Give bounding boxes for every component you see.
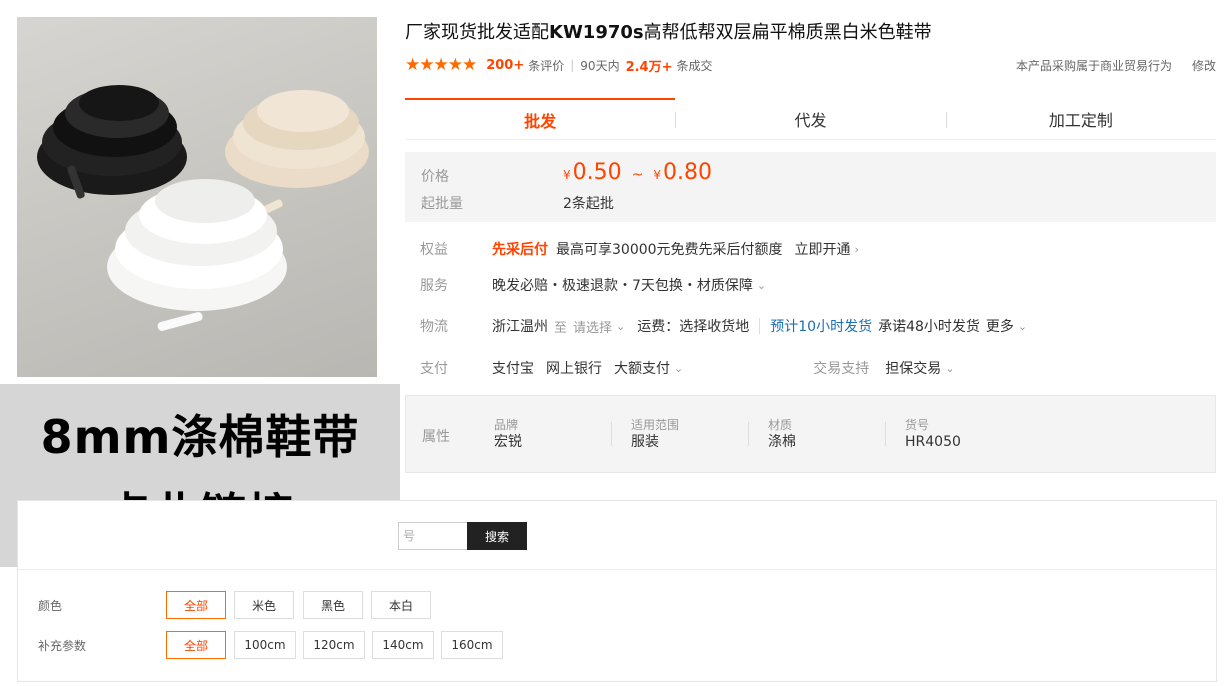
currency-symbol: ¥: [563, 168, 571, 182]
param-option-all[interactable]: 全部: [166, 631, 226, 659]
price-range: ¥0.50 ~ ¥0.80: [563, 160, 712, 185]
sales-period: 90天内: [580, 58, 620, 73]
benefits-row: 权益 先采后付 最高可享30000元免费先采后付额度 立即开通 ›: [420, 239, 859, 259]
moq-label: 起批量: [421, 196, 463, 212]
product-title: 厂家现货批发适配KW1970s高帮低帮双层扁平棉质黑白米色鞋带: [405, 18, 932, 44]
payment-row: 支付 支付宝 网上银行 大额支付 ⌄ 交易支持 担保交易 ⌄: [420, 358, 954, 378]
title-suffix: 高帮低帮双层扁平棉质黑白米色鞋带: [643, 22, 932, 43]
color-option-natural-white[interactable]: 本白: [371, 591, 431, 619]
logistics-row: 物流 浙江温州 至 请选择 ⌄ 运费：选择收货地 预计10小时发货 承诺48小时…: [420, 316, 1027, 336]
currency-symbol: ¥: [653, 168, 661, 182]
more-button[interactable]: 更多: [986, 316, 1014, 336]
trade-support-value[interactable]: 担保交易: [885, 358, 941, 378]
chevron-down-icon[interactable]: ⌄: [757, 279, 766, 292]
color-option-black[interactable]: 黑色: [303, 591, 363, 619]
ship-promise: 承诺48小时发货: [878, 319, 980, 335]
price-tilde: ~: [631, 167, 644, 183]
color-option-all[interactable]: 全部: [166, 591, 226, 619]
chevron-down-icon[interactable]: ⌄: [1018, 320, 1027, 333]
service-guarantees[interactable]: 晚发必赔・极速退款・7天包换・材质保障: [492, 275, 753, 295]
rating-row: ★★★★★ 200+ 条评价 | 90天内 2.4万+ 条成交: [405, 55, 713, 75]
divider: [748, 422, 749, 446]
divider: [885, 422, 886, 446]
payment-alipay: 支付宝: [492, 361, 534, 377]
tab-wholesale[interactable]: 批发: [405, 98, 676, 139]
benefits-label: 权益: [420, 242, 448, 258]
to-text: 至: [554, 320, 568, 336]
attributes-label: 属性: [422, 429, 450, 445]
title-prefix: 厂家现货批发适配: [405, 22, 549, 43]
payment-label: 支付: [420, 361, 448, 377]
param-option-120cm[interactable]: 120cm: [303, 631, 365, 659]
attr-scope: 适用范围 服装: [631, 418, 679, 452]
overlay-line1: 8mm涤棉鞋带: [40, 409, 360, 464]
tab-dropship[interactable]: 代发: [675, 98, 945, 139]
review-count[interactable]: 200+: [486, 58, 524, 73]
chevron-right-icon: ›: [854, 242, 859, 256]
price-max: 0.80: [663, 160, 712, 185]
sold-label: 条成交: [676, 58, 713, 73]
attr-key: 适用范围: [631, 418, 680, 432]
price-box: 价格 ¥0.50 ~ ¥0.80 起批量 2条起批: [405, 152, 1216, 222]
review-label: 条评价: [528, 58, 565, 73]
destination-select[interactable]: 请选择: [573, 317, 612, 336]
divider: |: [570, 58, 575, 72]
product-image[interactable]: [17, 17, 377, 377]
attr-value: 宏锐: [494, 434, 522, 450]
color-option-beige[interactable]: 米色: [234, 591, 294, 619]
service-label: 服务: [420, 278, 448, 294]
attr-value: 服装: [631, 434, 659, 450]
chevron-down-icon[interactable]: ⌄: [674, 362, 683, 375]
star-rating-icon: ★★★★★: [405, 55, 477, 75]
purchase-mode-tabs: 批发 代发 加工定制: [405, 98, 1216, 140]
divider: [759, 318, 761, 334]
param-option-100cm[interactable]: 100cm: [234, 631, 296, 659]
attr-material: 材质 涤棉: [768, 418, 796, 452]
chevron-down-icon[interactable]: ⌄: [616, 320, 625, 333]
price-label: 价格: [421, 169, 449, 185]
trade-support-label: 交易支持: [813, 361, 870, 377]
payment-online-bank: 网上银行: [546, 361, 602, 377]
param-option-160cm[interactable]: 160cm: [441, 631, 503, 659]
trade-note-edit-link[interactable]: 修改: [1192, 59, 1216, 73]
attr-item-number: 货号 HR4050: [905, 418, 961, 452]
sold-count: 2.4万+: [625, 59, 673, 75]
divider: [611, 422, 612, 446]
payment-large-amount[interactable]: 大额支付: [614, 358, 670, 378]
trade-note: 本产品采购属于商业贸易行为 修改: [1016, 57, 1216, 74]
trade-note-text: 本产品采购属于商业贸易行为: [1015, 59, 1172, 73]
attr-value: HR4050: [905, 434, 961, 450]
attr-key: 货号: [905, 418, 930, 432]
attr-value: 涤棉: [768, 434, 796, 450]
attr-key: 品牌: [494, 418, 519, 432]
divider: [18, 569, 1216, 570]
attr-key: 材质: [768, 418, 793, 432]
param-filter-label: 补充参数: [38, 639, 87, 653]
service-row: 服务 晚发必赔・极速退款・7天包换・材质保障 ⌄: [420, 275, 766, 295]
ship-estimate: 预计10小时发货: [770, 319, 873, 335]
pay-later-text: 最高可享30000元免费先采后付额度: [556, 242, 783, 258]
pay-later-tag: 先采后付: [492, 242, 548, 258]
price-min: 0.50: [572, 160, 622, 185]
logistics-label: 物流: [420, 319, 448, 335]
search-button[interactable]: 搜索: [467, 522, 527, 550]
title-model: KW1970s: [549, 22, 644, 43]
tab-custom-processing[interactable]: 加工定制: [945, 98, 1216, 139]
activate-button[interactable]: 立即开通: [795, 239, 851, 259]
param-option-140cm[interactable]: 140cm: [372, 631, 434, 659]
ship-origin: 浙江温州: [492, 319, 548, 335]
sku-filter-panel: 号 搜索 颜色 全部 米色 黑色 本白 补充参数 全部 100cm 120cm …: [17, 500, 1217, 682]
attr-brand: 品牌 宏锐: [494, 418, 522, 452]
chevron-down-icon[interactable]: ⌄: [945, 362, 954, 375]
attributes-box: 属性 品牌 宏锐 适用范围 服装 材质 涤棉 货号 HR4050: [405, 395, 1216, 473]
moq-value: 2条起批: [563, 196, 614, 212]
color-filter-label: 颜色: [38, 599, 63, 613]
shoelace-photo-illustration: [37, 85, 369, 331]
freight-text: 运费：选择收货地: [637, 319, 750, 335]
